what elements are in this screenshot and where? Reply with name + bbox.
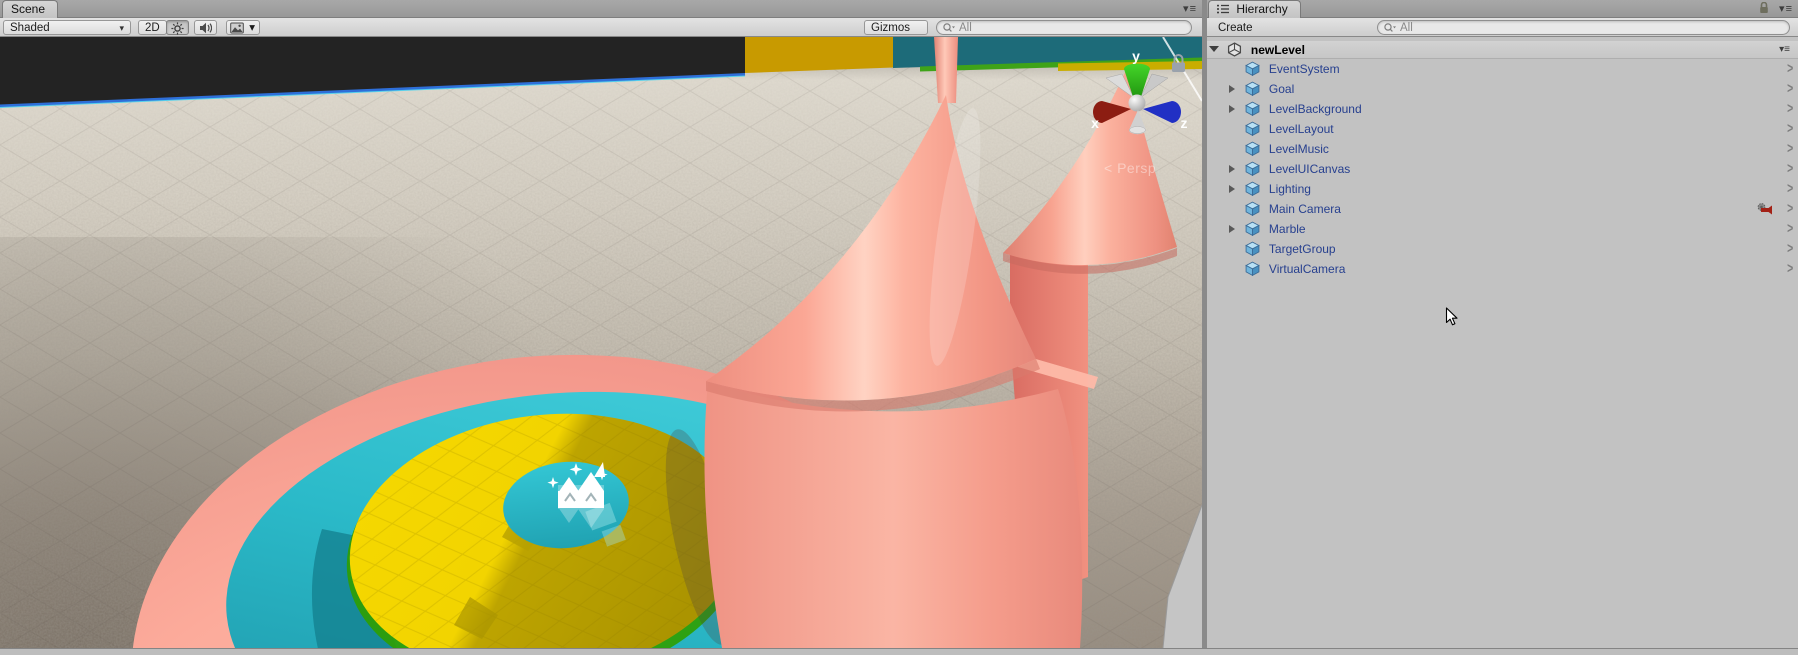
gizmo-z-label[interactable]: z — [1181, 115, 1188, 131]
scene-tabbar: Scene ▾≡ — [0, 0, 1202, 18]
hierarchy-search-input[interactable]: All — [1377, 20, 1790, 35]
prefab-arrow-icon[interactable]: > — [1787, 256, 1793, 283]
hierarchy-item-label: TargetGroup — [1269, 242, 1336, 256]
window-bottom-edge[interactable] — [0, 648, 1798, 655]
hierarchy-item-targetgroup[interactable]: TargetGroup > — [1207, 239, 1798, 259]
scene-toolbar: Shaded ▾ 2D ▾ Gizmos ▾ All — [0, 18, 1202, 37]
hierarchy-item-label: Lighting — [1269, 182, 1311, 196]
hierarchy-item-virtualcamera[interactable]: VirtualCamera > — [1207, 259, 1798, 279]
scene-search-input[interactable]: All — [936, 20, 1192, 35]
tab-hierarchy[interactable]: Hierarchy — [1208, 0, 1301, 18]
scene-viewport[interactable]: y x z < Persp — [0, 37, 1202, 648]
hierarchy-item-main-camera[interactable]: Main Camera > — [1207, 199, 1798, 219]
hierarchy-item-label: LevelLayout — [1269, 122, 1334, 136]
sun-icon — [171, 22, 184, 34]
gizmo-x-label[interactable]: x — [1091, 115, 1099, 131]
hierarchy-tree: newLevel ▾≡ EventSystem > Goal > LevelBa… — [1207, 37, 1798, 648]
hierarchy-item-levelmusic[interactable]: LevelMusic > — [1207, 139, 1798, 159]
gizmo-center — [1129, 95, 1146, 112]
search-icon — [1383, 22, 1397, 38]
hierarchy-tab-label: Hierarchy — [1236, 2, 1287, 16]
foldout-closed-icon[interactable] — [1229, 105, 1235, 113]
hierarchy-item-marble[interactable]: Marble > — [1207, 219, 1798, 239]
hierarchy-item-eventsystem[interactable]: EventSystem > — [1207, 59, 1798, 79]
hierarchy-item-levelbackground[interactable]: LevelBackground > — [1207, 99, 1798, 119]
shading-mode-dropdown[interactable]: Shaded ▾ — [3, 20, 131, 35]
hierarchy-item-label: EventSystem — [1269, 62, 1340, 76]
prefab-cube-icon — [1245, 261, 1260, 282]
gizmo-persp-label[interactable]: < Persp — [1104, 160, 1156, 176]
foldout-closed-icon[interactable] — [1229, 165, 1235, 173]
scene-panel: Scene ▾≡ Shaded ▾ 2D ▾ Gizmos — [0, 0, 1202, 648]
dropdown-arrow-icon: ▾ — [249, 22, 255, 34]
hierarchy-item-label: LevelUICanvas — [1269, 162, 1350, 176]
hierarchy-item-label: LevelBackground — [1269, 102, 1362, 116]
effects-toggle[interactable]: ▾ — [226, 20, 260, 35]
gizmos-dropdown[interactable]: Gizmos ▾ — [864, 20, 928, 35]
hierarchy-item-label: VirtualCamera — [1269, 262, 1345, 276]
foldout-open-icon[interactable] — [1209, 46, 1219, 52]
2d-toggle[interactable]: 2D — [138, 20, 167, 35]
foldout-closed-icon[interactable] — [1229, 225, 1235, 233]
hierarchy-item-label: Main Camera — [1269, 202, 1341, 216]
hierarchy-item-leveluicanvas[interactable]: LevelUICanvas > — [1207, 159, 1798, 179]
scene-root-label: newLevel — [1251, 43, 1305, 57]
scene-search-placeholder: All — [959, 22, 972, 34]
hierarchy-item-label: Marble — [1269, 222, 1306, 236]
hierarchy-search-placeholder: All — [1400, 22, 1413, 34]
hierarchy-list: EventSystem > Goal > LevelBackground > L… — [1207, 59, 1798, 279]
hierarchy-item-goal[interactable]: Goal > — [1207, 79, 1798, 99]
image-icon — [230, 22, 244, 34]
dropdown-arrow-icon: ▾ — [119, 21, 124, 36]
hierarchy-tab-icon — [1217, 2, 1229, 19]
mouse-cursor — [1445, 307, 1459, 327]
hierarchy-scene-root[interactable]: newLevel ▾≡ — [1207, 41, 1798, 59]
hierarchy-toolbar: Create ▾ All — [1207, 18, 1798, 37]
audio-toggle[interactable] — [194, 20, 217, 35]
create-button[interactable]: Create ▾ — [1211, 20, 1269, 35]
hierarchy-item-levellayout[interactable]: LevelLayout > — [1207, 119, 1798, 139]
hierarchy-item-lighting[interactable]: Lighting > — [1207, 179, 1798, 199]
hierarchy-panel-menu-icon[interactable]: ▾≡ — [1779, 3, 1793, 15]
foldout-closed-icon[interactable] — [1229, 85, 1235, 93]
hierarchy-item-label: LevelMusic — [1269, 142, 1329, 156]
hierarchy-panel: Hierarchy ▾≡ Create ▾ All newLevel ▾≡ — [1207, 0, 1798, 648]
lock-icon[interactable] — [1759, 3, 1769, 15]
hierarchy-tabbar: Hierarchy ▾≡ — [1207, 0, 1798, 18]
hierarchy-item-label: Goal — [1269, 82, 1294, 96]
tab-scene[interactable]: Scene — [2, 0, 58, 18]
foldout-closed-icon[interactable] — [1229, 185, 1235, 193]
speaker-icon — [199, 22, 212, 34]
scene-tab-label: Scene — [11, 2, 45, 16]
scene-panel-menu-icon[interactable]: ▾≡ — [1183, 3, 1197, 15]
lighting-toggle[interactable] — [166, 20, 189, 35]
gizmo-y-label[interactable]: y — [1132, 48, 1140, 64]
search-icon — [942, 22, 956, 38]
unity-editor-window: Scene ▾≡ Shaded ▾ 2D ▾ Gizmos — [0, 0, 1798, 655]
